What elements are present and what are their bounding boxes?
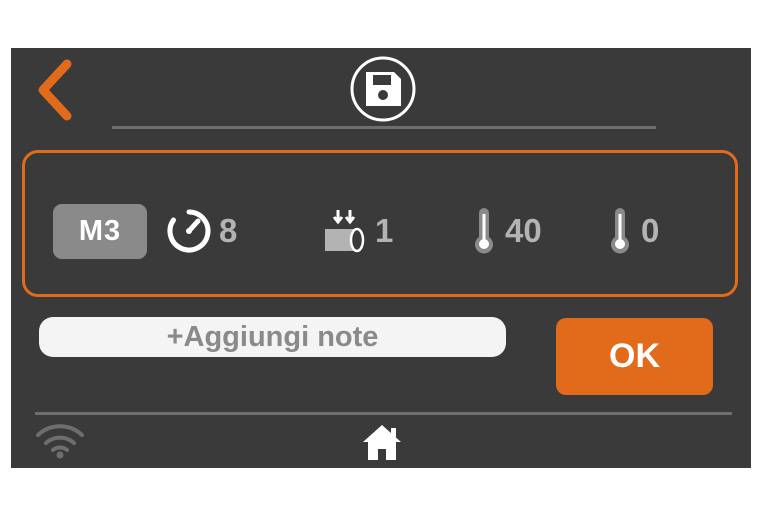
temperature-2-value: 0 — [641, 212, 660, 249]
stirring-stat: 1 — [321, 205, 393, 257]
time-stat: 8 — [165, 205, 237, 257]
stirring-pressure-icon — [325, 210, 365, 253]
stirring-value: 1 — [375, 212, 394, 249]
thermometer-icon — [611, 208, 629, 254]
home-icon[interactable] — [361, 422, 403, 462]
temperature-2-stat: 0 — [605, 205, 659, 257]
footer-divider — [35, 412, 732, 415]
thermometer-icon — [475, 208, 493, 254]
wifi-icon — [36, 424, 84, 459]
screen: M3 8 1 40 0 +Aggiungi note OK — [11, 48, 751, 468]
mode-badge: M3 — [53, 204, 147, 259]
add-notes-field[interactable]: +Aggiungi note — [39, 317, 506, 357]
time-value: 8 — [219, 212, 238, 249]
recipe-summary-card[interactable]: M3 8 1 40 0 — [22, 150, 738, 297]
floppy-disk-icon[interactable] — [348, 54, 418, 124]
header-divider — [112, 126, 656, 129]
temperature-1-stat: 40 — [469, 205, 542, 257]
ok-button[interactable]: OK — [556, 318, 713, 395]
timer-icon — [167, 209, 211, 253]
chevron-left-icon[interactable] — [33, 58, 77, 122]
temperature-1-value: 40 — [505, 212, 542, 249]
